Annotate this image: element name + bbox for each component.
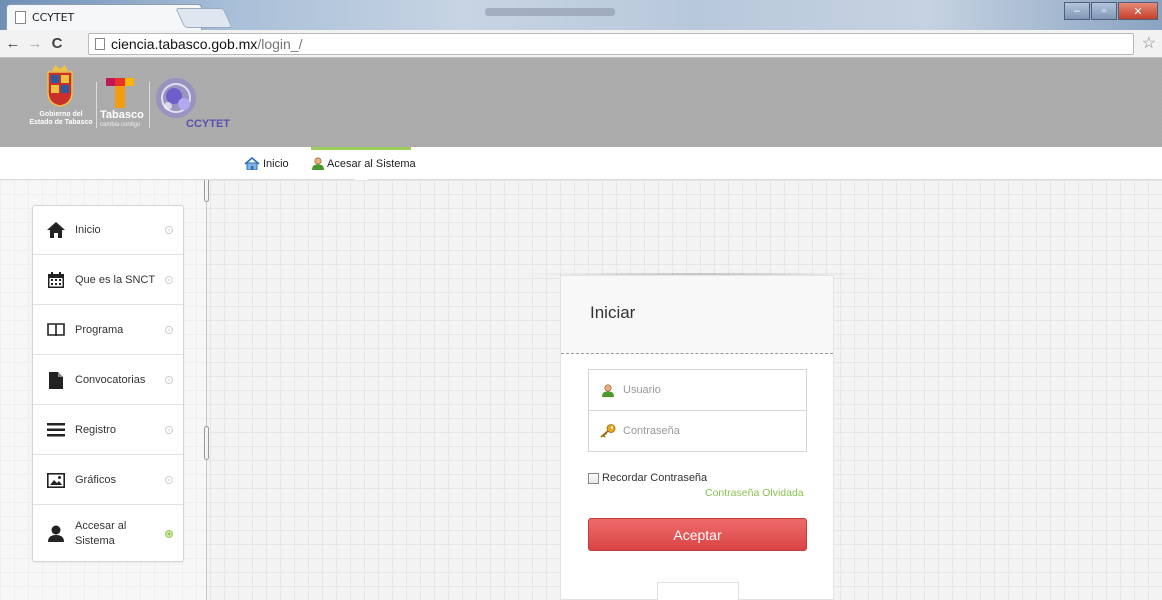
- user-icon: [312, 157, 324, 170]
- user-icon: [47, 525, 65, 543]
- calendar-icon: [47, 271, 65, 289]
- topnav-item-acesar[interactable]: Acesar al Sistema: [311, 157, 416, 170]
- card-tab-peek: [657, 582, 739, 600]
- sidebar-item-label: Gráficos: [75, 473, 116, 486]
- sidebar-item-label: Registro: [75, 423, 116, 436]
- login-title: Iniciar: [590, 303, 636, 322]
- minimize-button[interactable]: –: [1064, 2, 1090, 20]
- address-bar: ← → C ciencia.tabasco.gob.mx/login_/ ☆: [0, 30, 1162, 58]
- home-icon: [47, 221, 65, 239]
- bookmark-star-icon[interactable]: ☆: [1142, 33, 1156, 53]
- window-titlebar: CCYTET × – ▫ ✕: [0, 0, 1162, 30]
- url-path: /login_/: [257, 36, 303, 52]
- logo-divider: [96, 82, 97, 128]
- tabasco-subtext: cambia contigo: [100, 122, 141, 128]
- remember-label: Recordar Contraseña: [602, 472, 708, 484]
- ccytet-logo: [156, 78, 196, 118]
- topnav-label: Inicio: [263, 157, 289, 170]
- sidebar-item-label: Convocatorias: [75, 373, 146, 386]
- tabasco-text: Tabasco: [100, 109, 144, 121]
- status-dot-active: [165, 529, 173, 538]
- sidebar-item-graficos[interactable]: Gráficos: [33, 456, 183, 505]
- sidebar-item-programa[interactable]: Programa: [33, 306, 183, 355]
- book-icon: [47, 321, 65, 339]
- logo-divider: [149, 82, 150, 128]
- forward-button[interactable]: →: [26, 35, 44, 52]
- sidebar-item-convocatorias[interactable]: Convocatorias: [33, 356, 183, 405]
- sidebar-item-accesar[interactable]: Accesar al Sistema: [33, 506, 183, 561]
- tabasco-logo: [106, 78, 134, 108]
- image-icon: [47, 471, 65, 489]
- site-header: Gobierno del Estado de Tabasco Tabasco c…: [0, 58, 1162, 147]
- topnav-label: Acesar al Sistema: [327, 157, 416, 170]
- login-card: Iniciar Recordar Contraseña Contraseña O…: [560, 275, 834, 600]
- sidebar-item-label: Que es la SNCT: [75, 273, 156, 286]
- back-button[interactable]: ←: [4, 35, 22, 52]
- page-icon: [15, 11, 26, 24]
- page-icon: [95, 38, 105, 50]
- ccytet-text: CCYTET: [186, 118, 230, 130]
- sidebar-menu: Inicio Que es la SNCT Programa Convocato…: [32, 205, 184, 562]
- status-dot: [165, 276, 173, 284]
- browser-tab[interactable]: CCYTET ×: [6, 4, 202, 30]
- sidebar-item-label: Programa: [75, 323, 124, 336]
- status-dot: [165, 426, 173, 434]
- top-navigation: Inicio Acesar al Sistema: [0, 147, 1162, 186]
- splitter-handle[interactable]: [204, 426, 209, 460]
- window-controls: – ▫ ✕: [1063, 2, 1158, 20]
- maximize-button[interactable]: ▫: [1091, 2, 1117, 20]
- sidebar-item-registro[interactable]: Registro: [33, 406, 183, 455]
- status-dot: [165, 376, 173, 384]
- logo-group: Gobierno del Estado de Tabasco Tabasco c…: [28, 62, 238, 146]
- sidebar-item-label: Inicio: [75, 223, 101, 236]
- remember-checkbox[interactable]: [588, 472, 599, 484]
- sidebar-item-que-es[interactable]: Que es la SNCT: [33, 256, 183, 305]
- new-tab-button[interactable]: [175, 8, 233, 28]
- home-icon: [244, 157, 260, 170]
- password-field[interactable]: [588, 410, 807, 452]
- state-seal-logo: [47, 65, 73, 107]
- list-icon: [47, 421, 65, 439]
- topnav-item-inicio[interactable]: Inicio: [243, 157, 289, 170]
- sidebar-item-label: Accesar al Sistema: [75, 519, 127, 547]
- window-close-button[interactable]: ✕: [1118, 2, 1158, 20]
- splitter-handle[interactable]: [204, 180, 209, 202]
- remember-password[interactable]: Recordar Contraseña: [588, 472, 707, 484]
- key-icon: [599, 422, 617, 440]
- window-title-blur: [485, 8, 615, 16]
- user-icon: [599, 381, 617, 399]
- status-dot: [165, 326, 173, 334]
- username-field[interactable]: [588, 369, 807, 411]
- gov-text: Gobierno del Estado de Tabasco: [29, 111, 93, 126]
- url-input[interactable]: ciencia.tabasco.gob.mx/login_/: [88, 33, 1134, 55]
- username-input[interactable]: [623, 384, 793, 396]
- forgot-password-link[interactable]: Contraseña Olvidada: [705, 487, 804, 499]
- document-icon: [47, 371, 65, 389]
- reload-button[interactable]: C: [48, 35, 66, 52]
- url-host: ciencia.tabasco.gob.mx: [111, 36, 258, 52]
- accept-button[interactable]: Aceptar: [588, 518, 807, 551]
- status-dot: [165, 476, 173, 484]
- tab-title: CCYTET: [32, 11, 75, 24]
- status-dot: [165, 226, 173, 234]
- sidebar-item-inicio[interactable]: Inicio: [33, 206, 183, 255]
- active-nav-indicator: [311, 147, 411, 150]
- login-header: Iniciar: [561, 276, 833, 354]
- password-input[interactable]: [623, 425, 793, 437]
- main-content: Inicio Que es la SNCT Programa Convocato…: [0, 180, 1162, 600]
